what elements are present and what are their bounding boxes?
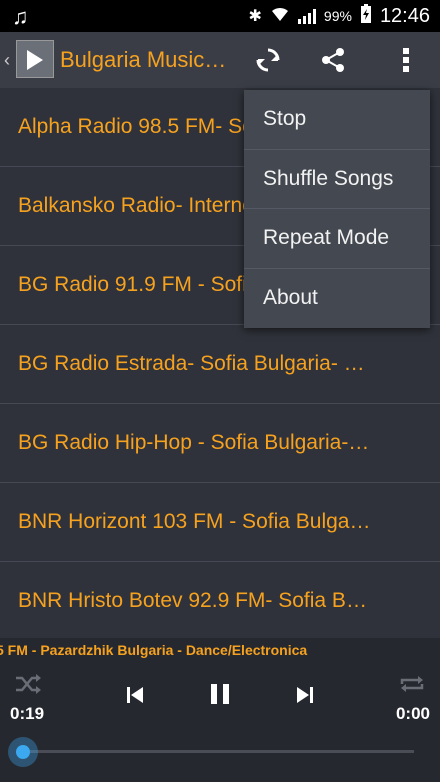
back-chevron-icon[interactable]: ‹ [4,50,10,71]
status-icons: ✱ 99% 12:46 [248,0,430,32]
now-playing-text: 5 FM - Pazardzhik Bulgaria - Dance/Elect… [0,642,308,658]
skip-next-icon [297,687,313,703]
status-bar: ♫ ✱ 99% 12:46 [0,0,440,32]
station-row[interactable]: BG Radio Hip-Hop - Sofia Bulgaria-… [0,404,440,483]
station-name: BG Radio Hip-Hop - Sofia Bulgaria-… [18,431,370,454]
station-name: BG Radio Estrada- Sofia Bulgaria- … [18,352,365,375]
station-row[interactable]: BNR Hristo Botev 92.9 FM- Sofia B… [0,562,440,641]
share-button[interactable] [314,40,354,80]
now-playing-marquee: 5 FM - Pazardzhik Bulgaria - Dance/Elect… [0,642,440,664]
previous-button[interactable] [122,682,148,708]
station-name: BNR Horizont 103 FM - Sofia Bulga… [18,510,371,533]
menu-item-shuffle-songs[interactable]: Shuffle Songs [244,150,430,209]
menu-item-about[interactable]: About [244,269,430,329]
pause-icon [211,684,229,704]
repeat-icon [400,676,424,692]
station-name: BNR Hristo Botev 92.9 FM- Sofia B… [18,589,367,612]
wifi-icon [270,6,290,27]
music-note-icon: ♫ [12,4,29,29]
station-row[interactable]: BNR Horizont 103 FM - Sofia Bulga… [0,483,440,562]
more-vert-icon [403,48,409,72]
repeat-button[interactable] [396,672,428,696]
next-button[interactable] [292,682,318,708]
pause-button[interactable] [206,680,234,708]
menu-item-repeat-mode[interactable]: Repeat Mode [244,209,430,269]
more-options-button[interactable] [386,40,426,80]
seek-thumb[interactable] [8,737,38,767]
player-bar: 5 FM - Pazardzhik Bulgaria - Dance/Elect… [0,638,440,782]
seek-bar[interactable] [24,750,414,753]
clock: 12:46 [379,4,430,27]
refresh-button[interactable] [248,40,288,80]
shuffle-button[interactable] [12,672,44,696]
action-bar: ‹ Bulgaria Music… [0,32,440,88]
refresh-icon [256,48,280,72]
shuffle-icon [16,674,41,694]
current-time: 0:19 [10,704,45,723]
signal-icon [297,8,316,24]
app-icon[interactable] [16,40,54,78]
share-icon [322,48,344,72]
bluetooth-icon: ✱ [248,8,262,25]
duration: 0:00 [395,704,430,723]
battery-charging-icon [360,3,372,29]
station-row[interactable]: BG Radio Estrada- Sofia Bulgaria- … [0,325,440,404]
battery-percent: 99% [323,8,352,24]
app-title: Bulgaria Music… [60,47,227,72]
overflow-menu: Stop Shuffle Songs Repeat Mode About [244,90,430,328]
menu-item-stop[interactable]: Stop [244,90,430,150]
skip-previous-icon [127,687,143,703]
